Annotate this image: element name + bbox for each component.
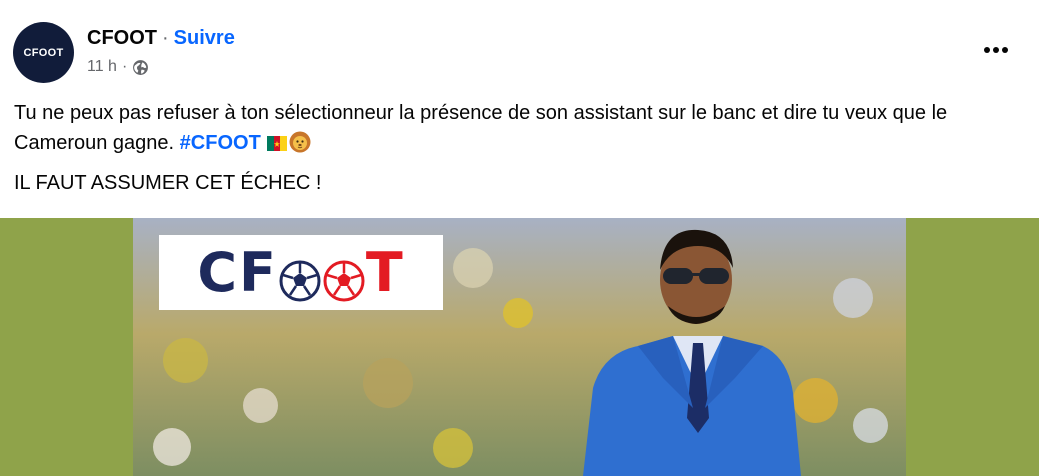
soccer-ball-icon: [279, 252, 321, 301]
page-name-link[interactable]: CFOOT: [87, 27, 157, 49]
post-message: Tu ne peux pas refuser à ton sélectionne…: [14, 98, 1024, 198]
post-author-row: CFOOT · Suivre: [87, 26, 235, 50]
post-meta: 11 h ·: [87, 58, 149, 76]
post-image-container[interactable]: CF T: [0, 218, 1039, 476]
cfoot-logo-text: CF T: [197, 241, 404, 304]
more-options-icon: [984, 47, 1008, 53]
post-paragraph-2: IL FAUT ASSUMER CET ÉCHEC !: [14, 172, 322, 194]
man-in-blue-suit-illustration: [583, 229, 801, 476]
avatar-logo-text: CFOOT: [23, 46, 64, 59]
globe-icon[interactable]: [132, 59, 149, 76]
hashtag-link[interactable]: #CFOOT: [180, 132, 261, 154]
page-avatar[interactable]: CFOOT: [13, 22, 74, 83]
post-timestamp[interactable]: 11 h: [87, 58, 117, 76]
post-paragraph-1: Tu ne peux pas refuser à ton sélectionne…: [14, 98, 1024, 158]
logo-letter-t: T: [365, 241, 405, 304]
logo-letters-cf: CF: [197, 241, 278, 304]
lion-emoji: [289, 131, 311, 153]
post-paragraph-1-text: Tu ne peux pas refuser à ton sélectionne…: [14, 102, 948, 154]
post-photo[interactable]: CF T: [133, 218, 906, 476]
cfoot-logo: CF T: [159, 235, 443, 310]
follow-button[interactable]: Suivre: [174, 27, 235, 49]
soccer-ball-icon: [323, 252, 365, 301]
name-separator: ·: [162, 27, 169, 49]
post-header: CFOOT CFOOT · Suivre 11 h ·: [0, 0, 1039, 92]
cameroon-flag-emoji: [266, 130, 287, 151]
more-options-button[interactable]: [976, 37, 1016, 63]
meta-separator: ·: [121, 58, 128, 75]
